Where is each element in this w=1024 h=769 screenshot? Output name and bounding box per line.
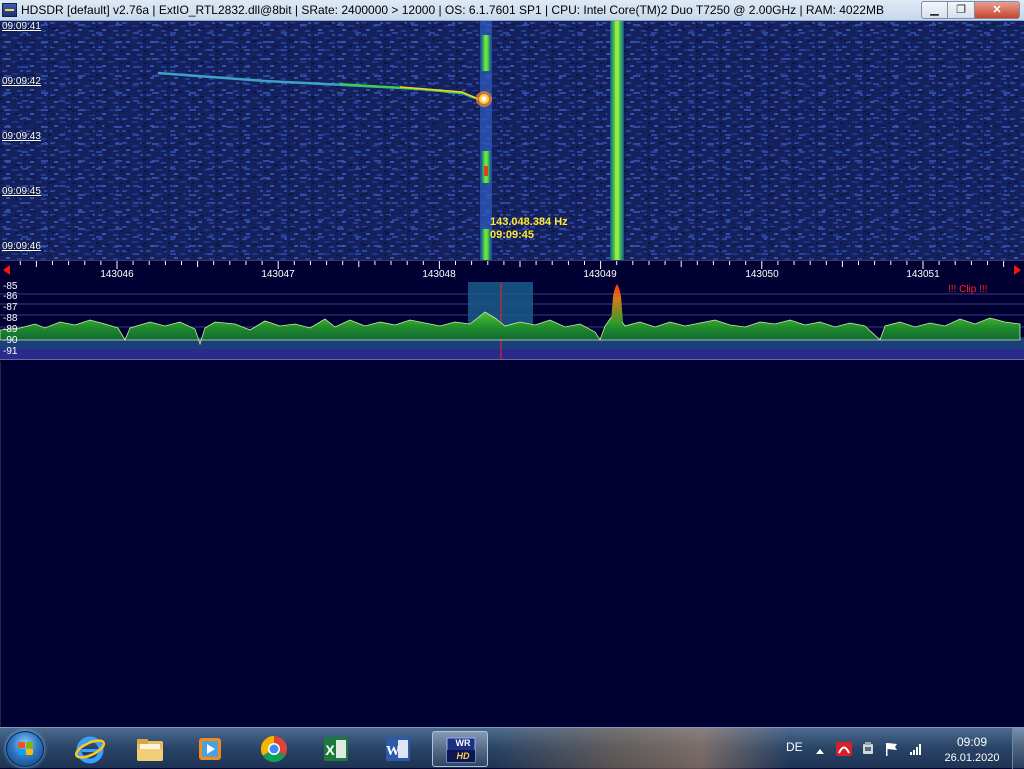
taskbar-excel[interactable]: X xyxy=(310,731,362,767)
hdsdr-badge-bottom: HD xyxy=(456,751,470,761)
taskbar-wallpaper-glow xyxy=(490,728,790,769)
scroll-right-arrow-icon[interactable] xyxy=(1014,265,1021,275)
clip-warning: !!! Clip !!! xyxy=(948,284,988,295)
frequency-scale[interactable]: 143046 143047 143048 143049 143050 14305… xyxy=(0,260,1024,282)
chrome-icon xyxy=(260,735,287,763)
frequency-label: 143051 xyxy=(906,269,940,280)
taskbar: X W WR HD DE 09:09 26.01.2020 xyxy=(0,727,1024,769)
taskbar-media-player[interactable] xyxy=(184,731,236,767)
action-center-flag-icon[interactable] xyxy=(884,742,900,756)
title-bar[interactable]: HDSDR [default] v2.76a | ExtIO_RTL2832.d… xyxy=(0,0,1024,21)
media-player-icon xyxy=(199,738,221,760)
time-label: 09:09:42 xyxy=(2,76,41,87)
windows-logo-icon xyxy=(18,742,34,756)
taskbar-word[interactable]: W xyxy=(372,731,424,767)
system-clock[interactable]: 09:09 26.01.2020 xyxy=(936,734,1008,766)
excel-icon: X xyxy=(324,737,348,761)
minimize-button[interactable]: ▁ xyxy=(921,1,948,19)
cursor-frequency: 143.048.384 Hz xyxy=(490,216,568,228)
network-signal-icon[interactable] xyxy=(908,742,924,756)
close-button[interactable]: ✕ xyxy=(975,1,1020,19)
frequency-label: 143050 xyxy=(745,269,779,280)
ie-icon xyxy=(74,736,106,764)
clock-date: 26.01.2020 xyxy=(944,752,1000,764)
hdsdr-badge-top: WR xyxy=(455,738,471,748)
frequency-label: 143048 xyxy=(422,269,456,280)
taskbar-hdsdr[interactable]: WR HD xyxy=(432,731,488,767)
time-label: 09:09:41 xyxy=(2,21,41,32)
antivirus-icon[interactable] xyxy=(836,742,852,756)
time-label: 09:09:46 xyxy=(2,241,41,252)
spectrum-graphic xyxy=(0,282,1024,359)
waterfall-display[interactable]: 09:09:41 09:09:42 09:09:43 09:09:45 09:0… xyxy=(0,21,1024,260)
folder-icon xyxy=(137,739,163,761)
cursor-readout: 143.048.384 Hz 09:09:45 xyxy=(490,216,568,242)
safely-remove-hardware-icon[interactable] xyxy=(860,742,876,756)
db-label: -89 xyxy=(3,324,18,335)
word-icon: W xyxy=(386,737,410,761)
spectrum-display[interactable]: -85 -86 -87 -88 -89 -90 -91 !!! Clip !!! xyxy=(0,282,1024,360)
svg-text:X: X xyxy=(325,742,335,758)
db-label: -88 xyxy=(3,313,18,324)
taskbar-explorer[interactable] xyxy=(124,731,176,767)
db-label: -87 xyxy=(3,302,18,313)
db-label: -91 xyxy=(3,346,18,357)
language-indicator[interactable]: DE xyxy=(786,740,803,754)
tray-expand-icon[interactable] xyxy=(814,744,826,758)
svg-text:W: W xyxy=(386,744,400,759)
time-label: 09:09:43 xyxy=(2,131,41,142)
hdsdr-app-icon[interactable] xyxy=(2,3,17,17)
frequency-label: 143049 xyxy=(583,269,617,280)
cursor-time: 09:09:45 xyxy=(490,229,535,241)
show-desktop-button[interactable] xyxy=(1012,728,1024,769)
taskbar-chrome[interactable] xyxy=(248,731,300,767)
db-label: -86 xyxy=(3,291,18,302)
db-label: -90 xyxy=(3,335,18,346)
maximize-button[interactable]: ❐ xyxy=(948,1,975,19)
control-panel-area xyxy=(0,361,1024,727)
clock-time: 09:09 xyxy=(956,735,988,749)
frequency-label: 143046 xyxy=(100,269,134,280)
taskbar-ie[interactable] xyxy=(64,731,116,767)
window-controls: ▁ ❐ ✕ xyxy=(921,1,1020,19)
start-button[interactable] xyxy=(6,731,44,767)
time-label: 09:09:45 xyxy=(2,186,41,197)
frequency-label: 143047 xyxy=(261,269,295,280)
window-title: HDSDR [default] v2.76a | ExtIO_RTL2832.d… xyxy=(21,3,884,17)
frequency-ticks xyxy=(19,261,1005,269)
